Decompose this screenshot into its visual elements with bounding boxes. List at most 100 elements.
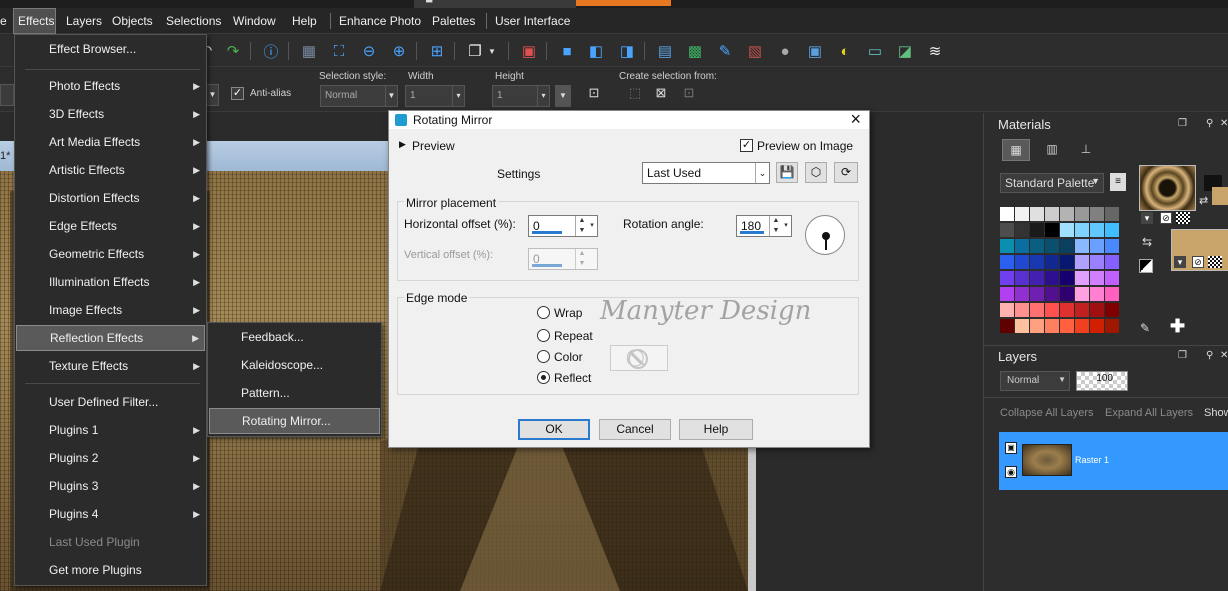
palette-swatch[interactable] (1000, 239, 1014, 253)
edge-mode-color-label[interactable]: Color (554, 350, 583, 364)
palette-swatch[interactable] (1045, 207, 1059, 221)
palette-swatch[interactable] (1105, 255, 1119, 269)
menu-selections[interactable]: Selections (162, 8, 225, 34)
menu-effects[interactable]: Effects (13, 8, 56, 34)
palette-swatch[interactable] (1060, 319, 1074, 333)
palette-swatch[interactable] (1060, 271, 1074, 285)
palette-swatch[interactable] (1075, 239, 1089, 253)
app-tab[interactable]: ▀ (414, 0, 576, 8)
circle-icon[interactable]: ● (774, 40, 796, 62)
antialias-checkbox[interactable]: ✓ (231, 87, 244, 100)
palette-swatch[interactable] (1075, 319, 1089, 333)
edge-mode-wrap-label[interactable]: Wrap (554, 306, 582, 320)
zoom-actual-icon[interactable]: ⊞ (426, 40, 448, 62)
edge-mode-reflect-label[interactable]: Reflect (554, 371, 591, 385)
menu-palettes[interactable]: Palettes (428, 8, 479, 34)
menu-item-feedback[interactable]: Feedback... (209, 324, 380, 350)
palette-swatch[interactable] (1060, 207, 1074, 221)
rotation-angle-field[interactable]: 180 ▲ ▼ ▾ (736, 215, 792, 237)
palette-swatch[interactable] (1045, 271, 1059, 285)
palette-swatch[interactable] (1045, 287, 1059, 301)
palette-swatch[interactable] (1030, 303, 1044, 317)
menu-item-plugins-2[interactable]: Plugins 2 ▶ (16, 445, 205, 471)
selection-from-image-icon[interactable]: ⊠ (650, 82, 672, 104)
menu-layers[interactable]: Layers (62, 8, 106, 34)
layer-group-icon[interactable]: ▣ (1005, 442, 1017, 454)
palette-swatch[interactable] (1105, 319, 1119, 333)
reset-icon[interactable]: ⬡ (805, 162, 827, 183)
swap-materials-icon[interactable]: ⇆ (1142, 235, 1156, 249)
palette-swatch[interactable] (1045, 255, 1059, 269)
rotation-angle-dial[interactable] (805, 215, 845, 255)
ok-button[interactable]: OK (518, 419, 590, 440)
menu-item-reflection-effects[interactable]: Reflection Effects ▶ (16, 325, 205, 351)
menu-enhance-photo[interactable]: Enhance Photo (335, 8, 425, 34)
reset-colors-icon[interactable] (1139, 259, 1153, 273)
size-lock-button[interactable]: ▼ (555, 85, 571, 107)
preview-on-image-checkbox[interactable]: ✓ (740, 139, 753, 152)
bulb-icon[interactable]: ◐ (834, 40, 856, 62)
palette-swatch[interactable] (1030, 319, 1044, 333)
palette-swatch[interactable] (1090, 255, 1104, 269)
color-adjust-icon[interactable]: ▧ (744, 40, 766, 62)
horizontal-offset-field[interactable]: 0 ▲ ▼ ▾ (528, 215, 598, 237)
palette-select[interactable]: Standard Palette ▼ (1000, 173, 1104, 193)
portrait-icon[interactable]: ▣ (804, 40, 826, 62)
option-field-clipped[interactable] (0, 84, 14, 106)
edge-mode-color-radio[interactable] (537, 350, 550, 363)
monitor-icon[interactable]: ▭ (864, 40, 886, 62)
palette-swatch[interactable] (1090, 319, 1104, 333)
spinner-buttons[interactable]: ▲ ▼ ▾ (575, 216, 597, 236)
layer-arrange-icon[interactable]: ◧ (585, 40, 607, 62)
swatch-grid[interactable] (1000, 207, 1124, 341)
chevron-down-icon[interactable]: ▼ (577, 226, 587, 236)
eyedropper-icon[interactable]: ✎ (1140, 321, 1150, 335)
palette-swatch[interactable] (1075, 303, 1089, 317)
pin-icon[interactable]: ⚲ (1206, 118, 1213, 129)
menu-help[interactable]: Help (288, 8, 321, 34)
material-menu-icon[interactable]: ▾ (1174, 256, 1186, 268)
cancel-button[interactable]: Cancel (599, 419, 671, 440)
palette-swatch[interactable] (1075, 287, 1089, 301)
layout-icon[interactable]: ▣ (518, 40, 540, 62)
palette-swatch[interactable] (1045, 223, 1059, 237)
palette-options-icon[interactable]: ≡ (1110, 173, 1126, 191)
zoom-out-icon[interactable]: ⊖ (358, 40, 380, 62)
custom-selection-icon[interactable]: ⊡ (583, 82, 605, 104)
gradient-icon[interactable]: ◪ (894, 40, 916, 62)
palette-swatch[interactable] (1030, 255, 1044, 269)
zoom-in-icon[interactable]: ⊕ (388, 40, 410, 62)
material-style-icon[interactable]: ⊘ (1192, 256, 1204, 268)
layer-new-icon[interactable]: ■ (556, 40, 578, 62)
palette-swatch[interactable] (1015, 271, 1029, 285)
menu-item-3d-effects[interactable]: 3D Effects ▶ (16, 101, 205, 127)
palette-swatch[interactable] (1000, 319, 1014, 333)
add-swatch-icon[interactable]: ✚ (1170, 316, 1185, 337)
info-icon[interactable]: ⓘ (260, 40, 282, 62)
menu-item-art-media-effects[interactable]: Art Media Effects ▶ (16, 129, 205, 155)
palette-swatch[interactable] (1045, 319, 1059, 333)
palette-swatch[interactable] (1000, 223, 1014, 237)
foreground-material-swatch[interactable] (1139, 165, 1196, 211)
save-preset-icon[interactable]: 💾 (776, 162, 798, 183)
palette-swatch[interactable] (1000, 207, 1014, 221)
adjust-tab-icon[interactable]: ⊥ (1072, 139, 1100, 161)
rotation-angle-slider[interactable] (740, 231, 764, 234)
close-icon[interactable]: ✕ (1220, 350, 1228, 361)
maximize-icon[interactable]: ❐ (1178, 118, 1187, 129)
palette-swatch[interactable] (1015, 319, 1029, 333)
menu-user-interface[interactable]: User Interface (491, 8, 574, 34)
dropdown-icon[interactable]: ▾ (781, 221, 791, 231)
edge-mode-wrap-radio[interactable] (537, 306, 550, 319)
chevron-right-icon[interactable]: ▶ (399, 139, 406, 150)
palette-swatch[interactable] (1090, 223, 1104, 237)
help-button[interactable]: Help (679, 419, 753, 440)
palette-swatch[interactable] (1015, 207, 1029, 221)
calendar-icon[interactable]: ▦ (298, 40, 320, 62)
material-style-icon[interactable]: ⊘ (1160, 212, 1172, 224)
palette-swatch[interactable] (1030, 207, 1044, 221)
height-field[interactable]: 1 ▾ (492, 85, 550, 107)
material-menu-icon[interactable]: ▾ (1141, 212, 1153, 224)
document-tab[interactable]: 1* (0, 150, 14, 170)
spinner-buttons[interactable]: ▲ ▼ ▾ (769, 216, 791, 236)
